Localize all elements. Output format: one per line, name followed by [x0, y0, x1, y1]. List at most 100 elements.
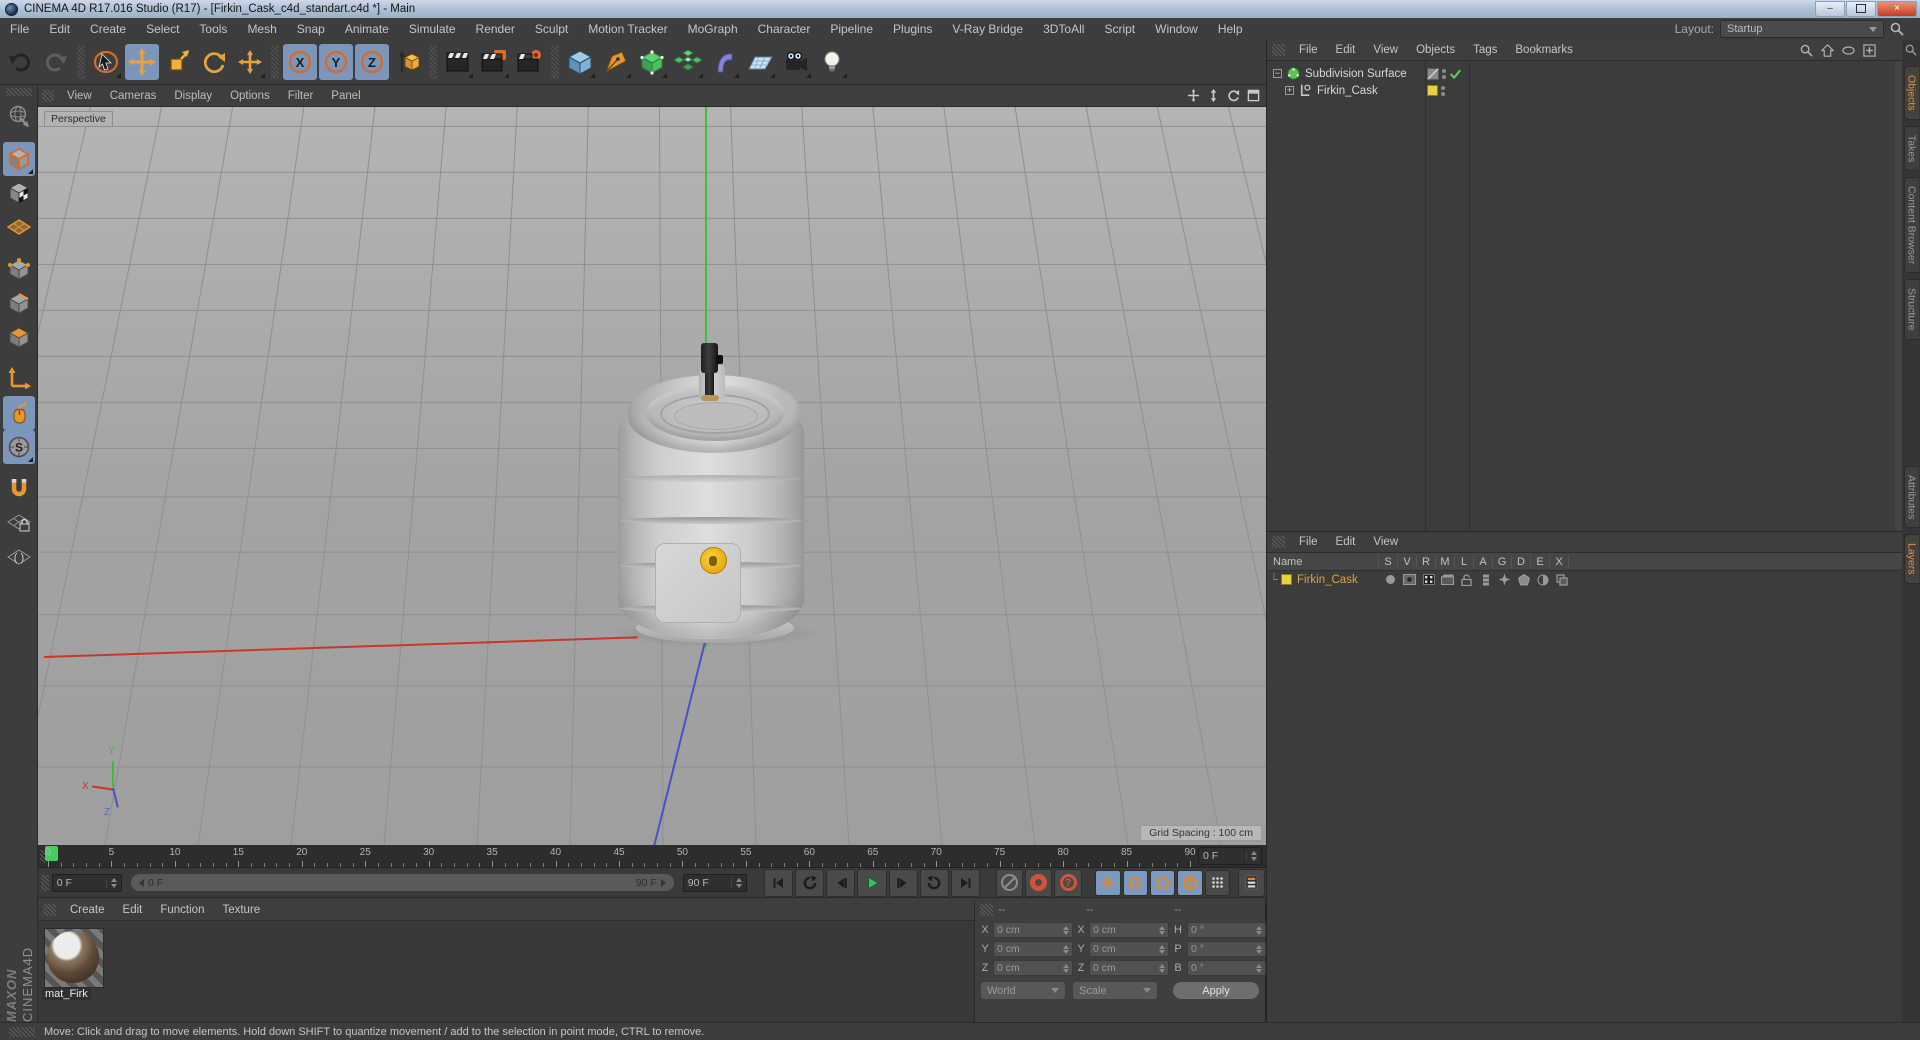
apply-button[interactable]: Apply — [1173, 982, 1259, 999]
play-forwards-button[interactable] — [919, 868, 950, 897]
menu-v-ray-bridge[interactable]: V-Ray Bridge — [942, 22, 1033, 36]
column-header-e[interactable]: E — [1531, 555, 1550, 568]
pan-view-icon[interactable] — [1187, 89, 1200, 102]
rotate-tool-button[interactable] — [197, 44, 231, 80]
rot-h-field[interactable]: 0 ° — [1187, 922, 1266, 938]
scale-tool-button[interactable] — [161, 44, 195, 80]
search-icon[interactable] — [1890, 22, 1904, 36]
redo-button[interactable] — [39, 44, 73, 80]
move-tool-button[interactable] — [125, 44, 159, 80]
object-row-subdivision-surface[interactable]: − Subdivision Surface — [1267, 65, 1902, 82]
menu-create[interactable]: Create — [80, 22, 136, 36]
panel-drag-handle[interactable] — [1272, 44, 1285, 56]
expressions-toggle[interactable] — [1533, 574, 1552, 586]
menu-help[interactable]: Help — [1208, 22, 1253, 36]
viewport-snap-button[interactable] — [2, 396, 35, 430]
menu-tools[interactable]: Tools — [189, 22, 237, 36]
snap-settings-button[interactable]: S — [2, 430, 35, 464]
solo-toggle[interactable] — [1381, 575, 1400, 584]
add-light-button[interactable] — [815, 44, 849, 80]
size-z-field[interactable]: 0 cm — [1089, 960, 1169, 976]
transform-mode-dropdown[interactable]: Scale — [1073, 982, 1157, 999]
make-editable-button[interactable] — [3, 100, 35, 134]
goto-end-button[interactable] — [951, 868, 981, 897]
minimize-button[interactable]: – — [1815, 0, 1845, 17]
om-menu-objects[interactable]: Objects — [1407, 44, 1464, 56]
live-selection-button[interactable] — [89, 44, 123, 80]
side-tab-takes[interactable]: Takes — [1903, 125, 1919, 172]
managers-toggle[interactable] — [1438, 574, 1457, 585]
name-column-header[interactable]: Name — [1267, 555, 1379, 568]
title-bar[interactable]: CINEMA 4D R17.016 Studio (R17) - [Firkin… — [0, 0, 1920, 19]
add-cube-button[interactable] — [563, 44, 597, 80]
menu-mesh[interactable]: Mesh — [237, 22, 286, 36]
object-row-firkin-cask[interactable]: + Firkin_Cask — [1267, 82, 1902, 99]
undo-button[interactable] — [3, 44, 37, 80]
current-frame-spinner[interactable]: 0 F — [1198, 847, 1262, 865]
animation-toggle[interactable] — [1476, 574, 1495, 586]
timeline-range-slider[interactable]: 0 F 90 F — [130, 873, 675, 892]
mat-menu-function[interactable]: Function — [151, 904, 213, 916]
menu-window[interactable]: Window — [1145, 22, 1208, 36]
home-icon[interactable] — [1821, 43, 1834, 57]
key-scale-toggle[interactable] — [1122, 869, 1148, 896]
polygons-mode-button[interactable] — [3, 320, 35, 354]
pos-y-field[interactable]: 0 cm — [993, 941, 1073, 957]
previous-frame-button[interactable] — [826, 868, 856, 897]
xref-toggle[interactable] — [1552, 573, 1571, 586]
end-frame-spinner[interactable]: 90 F — [682, 873, 748, 892]
lm-menu-edit[interactable]: Edit — [1327, 536, 1365, 548]
column-header-v[interactable]: V — [1398, 555, 1417, 568]
viewport-menu-options[interactable]: Options — [221, 90, 279, 102]
side-tab-layers[interactable]: Layers — [1903, 534, 1919, 584]
menu-3dtoall[interactable]: 3DToAll — [1033, 22, 1094, 36]
enable-axis-button[interactable] — [3, 362, 35, 396]
pos-z-field[interactable]: 0 cm — [993, 960, 1073, 976]
planar-workplane-button[interactable]: ( ) — [3, 540, 35, 574]
mat-menu-texture[interactable]: Texture — [213, 904, 269, 916]
om-menu-view[interactable]: View — [1364, 44, 1407, 56]
side-tab-attributes[interactable]: Attributes — [1903, 465, 1919, 529]
panel-drag-handle[interactable] — [43, 904, 56, 916]
panel-drag-handle[interactable] — [980, 904, 993, 916]
column-header-d[interactable]: D — [1512, 555, 1531, 568]
viewport-menu-filter[interactable]: Filter — [279, 90, 323, 102]
key-position-toggle[interactable] — [1095, 869, 1121, 896]
om-menu-tags[interactable]: Tags — [1464, 44, 1506, 56]
rot-p-field[interactable]: 0 ° — [1187, 941, 1266, 957]
start-frame-spinner[interactable]: 0 F — [51, 873, 123, 892]
key-pla-toggle[interactable] — [1204, 869, 1230, 896]
search-icon[interactable] — [1905, 44, 1917, 56]
menu-snap[interactable]: Snap — [287, 22, 335, 36]
texture-mode-button[interactable] — [3, 176, 35, 210]
viewport-menu-cameras[interactable]: Cameras — [101, 90, 166, 102]
layout-dropdown[interactable]: Startup — [1720, 20, 1884, 38]
workplane-mode-button[interactable] — [3, 210, 35, 244]
edges-mode-button[interactable] — [3, 286, 35, 320]
pos-x-field[interactable]: 0 cm — [993, 922, 1073, 938]
lock-z-axis-button[interactable]: Z — [355, 44, 389, 80]
next-frame-button[interactable] — [888, 868, 918, 897]
om-menu-edit[interactable]: Edit — [1327, 44, 1365, 56]
record-button[interactable] — [1025, 868, 1053, 897]
size-y-field[interactable]: 0 cm — [1089, 941, 1169, 957]
lock-toggle[interactable] — [1457, 573, 1476, 586]
add-bend-deformer-button[interactable] — [707, 44, 741, 80]
coordinate-system-button[interactable] — [391, 44, 425, 80]
lock-workplane-button[interactable] — [3, 506, 35, 540]
range-right-arrow-icon[interactable] — [660, 878, 666, 887]
points-mode-button[interactable] — [3, 252, 35, 286]
column-header-g[interactable]: G — [1493, 555, 1512, 568]
deformers-toggle[interactable] — [1514, 573, 1533, 586]
maximize-button[interactable] — [1846, 0, 1876, 17]
timeline-ruler[interactable]: 0 5 10 15 20 25 30 35 40 45 50 55 60 65 70 75 80 85 90 0 F — [38, 845, 1266, 868]
column-header-m[interactable]: M — [1436, 555, 1455, 568]
render-picture-viewer-button[interactable] — [477, 44, 511, 80]
toolbar-drag-handle[interactable] — [5, 88, 32, 96]
add-camera-button[interactable] — [779, 44, 813, 80]
spinner-arrows-icon[interactable] — [731, 877, 743, 888]
size-x-field[interactable]: 0 cm — [1089, 922, 1169, 938]
add-floor-button[interactable] — [743, 44, 777, 80]
visibility-dots[interactable] — [1441, 85, 1445, 96]
menu-simulate[interactable]: Simulate — [399, 22, 466, 36]
